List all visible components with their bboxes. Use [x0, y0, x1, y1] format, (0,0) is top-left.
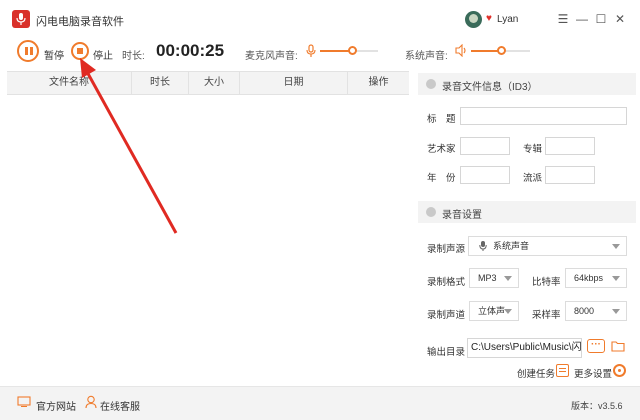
- recording-settings-header: 录音设置: [418, 201, 636, 223]
- album-label: 专辑: [523, 144, 543, 155]
- chevron-down-icon: [504, 309, 512, 314]
- mic-volume-label: 麦克风声音:: [245, 51, 298, 62]
- source-mic-icon: [479, 241, 487, 251]
- samplerate-select[interactable]: 8000: [565, 301, 627, 321]
- user-name[interactable]: Lyan: [497, 14, 518, 25]
- website-link[interactable]: 官方网站: [36, 398, 76, 413]
- output-dir-field[interactable]: C:\Users\Public\Music\闪电: [467, 338, 582, 358]
- monitor-icon[interactable]: [17, 396, 31, 411]
- year-field[interactable]: [460, 166, 510, 184]
- app-title: 闪电电脑录音软件: [36, 16, 124, 28]
- format-label: 录制格式: [427, 277, 466, 288]
- column-header-actions[interactable]: 操作: [348, 72, 409, 94]
- album-field[interactable]: [545, 137, 595, 155]
- genre-label: 流派: [523, 173, 543, 184]
- bitrate-value: 64kbps: [574, 273, 604, 283]
- duration-label: 时长:: [122, 51, 145, 62]
- channel-select[interactable]: 立体声: [469, 301, 519, 321]
- bitrate-select[interactable]: 64kbps: [565, 268, 627, 288]
- microphone-icon: [306, 44, 316, 61]
- menu-icon[interactable]: ☰: [556, 12, 570, 26]
- chevron-down-icon: [612, 309, 620, 314]
- chevron-down-icon: [612, 276, 620, 281]
- source-value: 系统声音: [493, 241, 530, 251]
- more-settings-label[interactable]: 更多设置: [574, 366, 612, 380]
- folder-icon[interactable]: [611, 340, 625, 355]
- table-header: 文件名称 时长 大小 日期 操作: [7, 71, 409, 95]
- app-logo: [12, 10, 30, 28]
- avatar[interactable]: [465, 11, 482, 28]
- pause-label[interactable]: 暂停: [44, 47, 64, 62]
- task-list-icon[interactable]: [556, 364, 569, 377]
- channel-label: 录制声道: [427, 310, 466, 321]
- id3-section-header: 录音文件信息（ID3）: [418, 73, 636, 95]
- channel-value: 立体声: [478, 306, 506, 316]
- settings-section-icon: [426, 207, 436, 217]
- pause-button[interactable]: [17, 40, 39, 62]
- recording-settings-title: 录音设置: [442, 210, 482, 221]
- speaker-icon: [455, 43, 468, 60]
- source-select[interactable]: 系统声音: [468, 236, 627, 256]
- column-header-filename[interactable]: 文件名称: [7, 72, 132, 94]
- gear-icon[interactable]: [613, 364, 626, 377]
- samplerate-value: 8000: [574, 306, 595, 316]
- column-header-size[interactable]: 大小: [189, 72, 240, 94]
- browse-button[interactable]: ···: [587, 339, 605, 353]
- version-label: 版本：v3.5.6: [571, 401, 623, 411]
- create-task-label[interactable]: 创建任务: [517, 366, 555, 380]
- genre-field[interactable]: [545, 166, 595, 184]
- chevron-down-icon: [612, 244, 620, 249]
- title-field[interactable]: [460, 107, 627, 125]
- system-volume-label: 系统声音:: [405, 51, 448, 62]
- output-dir-label: 输出目录: [427, 347, 466, 358]
- column-header-date[interactable]: 日期: [240, 72, 348, 94]
- mic-volume-knob[interactable]: [348, 46, 357, 55]
- info-icon: [426, 79, 436, 89]
- bitrate-label: 比特率: [532, 277, 561, 288]
- id3-section-title: 录音文件信息（ID3）: [442, 82, 538, 93]
- artist-label: 艺术家: [427, 144, 456, 155]
- stop-button[interactable]: [71, 42, 89, 60]
- source-label: 录制声源: [427, 244, 466, 255]
- support-link[interactable]: 在线客服: [100, 398, 140, 413]
- close-button[interactable]: ✕: [613, 12, 627, 26]
- chevron-down-icon: [504, 276, 512, 281]
- recordings-table: 文件名称 时长 大小 日期 操作: [7, 71, 409, 383]
- year-label: 年 份: [427, 173, 456, 184]
- artist-field[interactable]: [460, 137, 510, 155]
- stop-label[interactable]: 停止: [93, 47, 113, 62]
- column-header-duration[interactable]: 时长: [132, 72, 189, 94]
- support-icon[interactable]: [85, 395, 97, 412]
- minimize-button[interactable]: —: [575, 12, 589, 26]
- heart-icon: ♥: [486, 13, 492, 24]
- title-label: 标 题: [427, 114, 456, 125]
- system-volume-knob[interactable]: [497, 46, 506, 55]
- maximize-button[interactable]: ☐: [594, 12, 608, 26]
- format-value: MP3: [478, 273, 497, 283]
- format-select[interactable]: MP3: [469, 268, 519, 288]
- duration-value: 00:00:25: [156, 41, 225, 60]
- samplerate-label: 采样率: [532, 310, 561, 321]
